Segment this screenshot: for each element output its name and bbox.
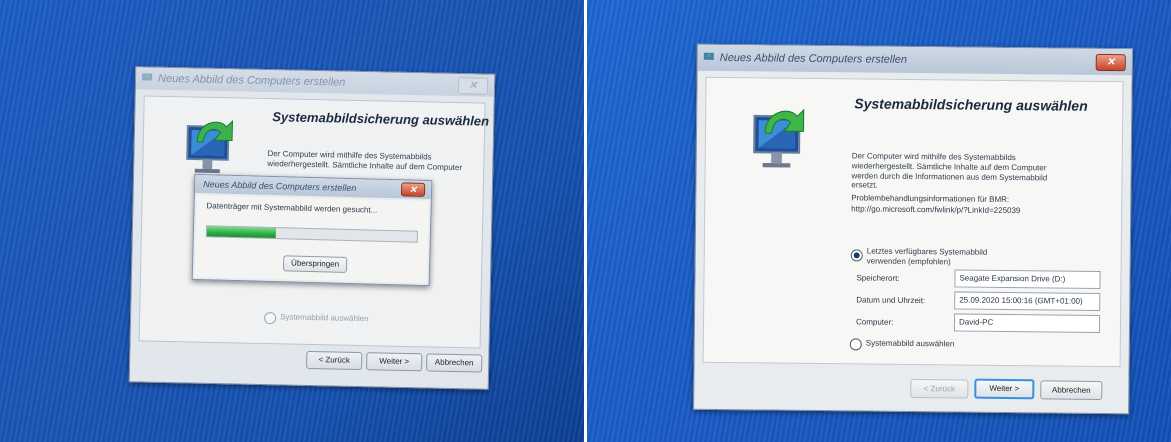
wizard-heading: Systemabbildsicherung auswählen	[272, 109, 490, 129]
window-titlebar: Neues Abbild des Computers erstellen ✕	[135, 67, 495, 97]
dialog-body: Datenträger mit Systemabbild werden gesu…	[194, 194, 429, 284]
right-photo: Neues Abbild des Computers erstellen ✕ S…	[587, 0, 1171, 442]
wizard-content: Systemabbildsicherung auswählen Der Comp…	[702, 76, 1124, 368]
wizard-description: Der Computer wird mithilfe des Systemabb…	[851, 151, 1048, 190]
computer-label: Computer:	[855, 317, 894, 327]
window-title: Neues Abbild des Computers erstellen	[719, 51, 908, 66]
cancel-button[interactable]: Abbrechen	[426, 353, 483, 373]
cancel-button[interactable]: Abbrechen	[1040, 380, 1103, 400]
latest-image-radio[interactable]	[850, 249, 863, 262]
progress-fill	[206, 226, 277, 239]
skip-button[interactable]: Überspringen	[282, 255, 348, 273]
wizard-description: Der Computer wird mithilfe des Systemabb…	[267, 149, 463, 172]
location-value: Seagate Expansion Drive (D:)	[954, 269, 1101, 289]
next-button[interactable]: Weiter >	[974, 378, 1035, 400]
computer-value: David-PC	[953, 313, 1101, 333]
window-app-icon	[703, 52, 714, 60]
restore-wizard-window: Neues Abbild des Computers erstellen ✕ S…	[693, 43, 1133, 415]
progress-dialog: Neues Abbild des Computers erstellen ✕ D…	[191, 173, 433, 287]
restore-computer-icon	[753, 108, 805, 168]
close-icon: ✕	[409, 184, 417, 195]
next-button[interactable]: Weiter >	[366, 352, 423, 372]
close-icon: ✕	[468, 80, 478, 92]
close-button[interactable]: ✕	[1095, 53, 1126, 72]
close-button[interactable]: ✕	[457, 77, 489, 95]
select-image-radio[interactable]	[849, 338, 862, 351]
select-image-radio[interactable]	[263, 312, 277, 325]
date-label: Datum und Uhrzeit:	[856, 295, 926, 306]
window-app-icon	[142, 73, 153, 81]
progress-bar	[205, 225, 419, 243]
bmr-info-label: Problembehandlungsinformationen für BMR:	[851, 193, 1010, 205]
location-label: Speicherort:	[856, 273, 900, 283]
back-button[interactable]: < Zurück	[910, 378, 969, 399]
latest-image-label: Letztes verfügbares Systemabbild verwend…	[866, 246, 988, 267]
dialog-close-button[interactable]: ✕	[400, 182, 426, 197]
restore-computer-icon	[186, 120, 233, 174]
left-photo: Neues Abbild des Computers erstellen ✕ S…	[0, 0, 584, 442]
wizard-heading: Systemabbildsicherung auswählen	[854, 95, 1088, 114]
window-titlebar: Neues Abbild des Computers erstellen ✕	[697, 44, 1132, 76]
close-icon: ✕	[1106, 57, 1115, 69]
dialog-title: Neues Abbild des Computers erstellen	[203, 179, 357, 194]
date-value: 25.09.2020 15:00:16 (GMT+01:00)	[954, 291, 1101, 311]
searching-message: Datenträger mit Systemabbild werden gesu…	[206, 201, 378, 215]
select-image-label: Systemabbild auswählen	[865, 338, 955, 349]
select-image-label: Systemabbild auswählen	[280, 312, 369, 324]
back-button[interactable]: < Zurück	[306, 350, 363, 371]
window-title: Neues Abbild des Computers erstellen	[157, 72, 346, 89]
bmr-info-link[interactable]: http://go.microsoft.com/fwlink/p/?LinkId…	[851, 204, 1020, 215]
